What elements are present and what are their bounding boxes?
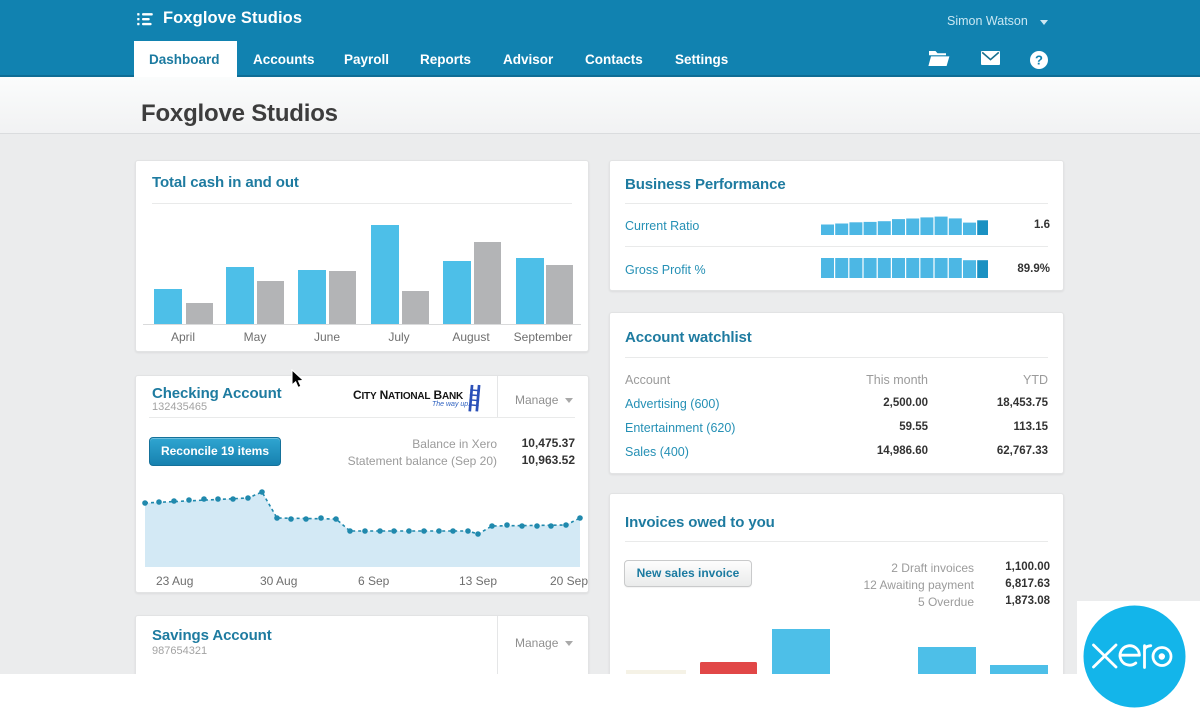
- svg-text:September: September: [514, 330, 573, 344]
- svg-text:August: August: [452, 330, 490, 344]
- svg-text:June: June: [314, 330, 340, 344]
- svg-text:April: April: [171, 330, 195, 344]
- svg-text:July: July: [388, 330, 409, 344]
- svg-text:May: May: [244, 330, 267, 344]
- svg-text:?: ?: [1035, 53, 1043, 68]
